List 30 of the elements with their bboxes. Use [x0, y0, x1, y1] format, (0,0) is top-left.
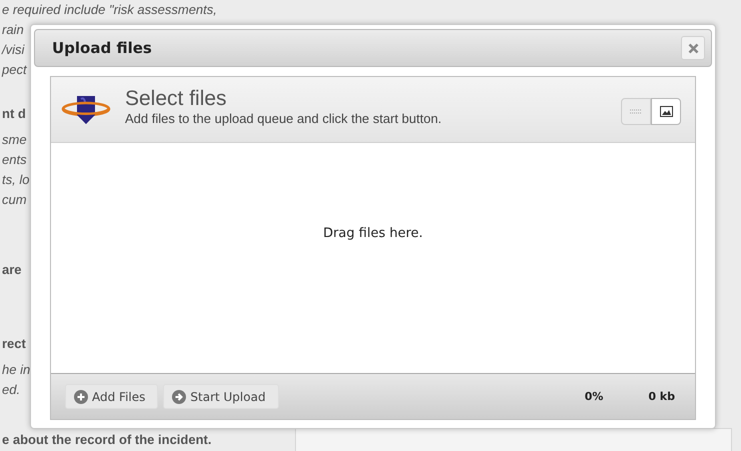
upload-percent: 0%	[584, 390, 604, 403]
close-button[interactable]	[681, 36, 705, 60]
background-text: e about the record of the incident.	[1, 431, 212, 449]
background-text: ts, lo	[1, 171, 30, 189]
background-text: are	[1, 261, 23, 279]
background-text: rect	[1, 335, 27, 353]
view-toggle-button[interactable]	[621, 98, 651, 125]
add-files-button[interactable]: Add Files	[65, 384, 158, 409]
background-text: e required include "risk assessments,	[1, 1, 218, 19]
list-view-icon	[630, 109, 642, 114]
background-text: sme	[1, 131, 28, 149]
background-text: cum	[1, 191, 28, 209]
background-text: pect	[0, 61, 28, 79]
header-title: Select files	[125, 87, 228, 111]
image-icon	[660, 106, 672, 117]
background-text: ed.	[1, 381, 22, 399]
close-icon	[688, 42, 698, 54]
dialog-title: Upload files	[52, 39, 152, 57]
header-subtitle: Add files to the upload queue and click the start button.	[125, 111, 443, 126]
plus-icon	[74, 390, 88, 404]
background-text: nt d	[1, 105, 27, 123]
background-text: /visi	[0, 41, 26, 59]
start-upload-button[interactable]: Start Upload	[163, 384, 279, 409]
background-text: ents	[1, 151, 28, 169]
background-text: he in	[1, 361, 32, 379]
upload-size: 0 kb	[648, 390, 675, 403]
drop-hint: Drag files here.	[323, 226, 423, 240]
view-toggle-button[interactable]	[651, 98, 681, 125]
arrow-icon	[172, 390, 186, 404]
background-text: rain	[1, 21, 25, 39]
